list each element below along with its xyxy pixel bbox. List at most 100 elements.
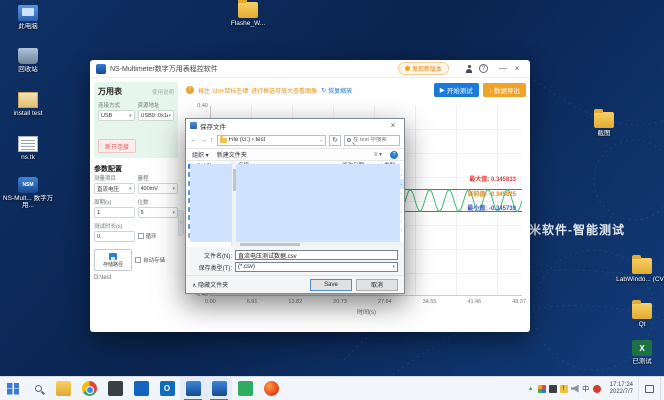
- taskbar-ns-app2-icon[interactable]: [206, 376, 232, 400]
- filename-input[interactable]: [235, 250, 398, 260]
- tray-tool-icon[interactable]: [548, 384, 557, 393]
- start-button[interactable]: [0, 377, 26, 400]
- connection-box: 万用表 使用说明 连接方式 USB ▾ 资源地址 USB0::0x1A ▾ 断开…: [94, 82, 178, 158]
- taskbar-clock[interactable]: 17:17:24 2022/7/7: [605, 382, 638, 396]
- tray-volume-icon[interactable]: [570, 384, 579, 393]
- close-button[interactable]: ×: [510, 61, 524, 77]
- app-icon: [185, 381, 201, 396]
- search-box[interactable]: [344, 134, 400, 146]
- back-button[interactable]: ←: [190, 137, 197, 144]
- tray-updates-icon[interactable]: ▲: [527, 385, 535, 393]
- desktop-icon-recycle-bin[interactable]: 回收站: [2, 48, 54, 73]
- desktop-icon-flasher[interactable]: Flashe_W...: [222, 0, 274, 27]
- range-select[interactable]: 400mV ▾: [137, 183, 178, 194]
- tray-ime-indicator[interactable]: 中: [582, 385, 590, 393]
- action-center-button[interactable]: [638, 376, 660, 400]
- help-icon[interactable]: ?: [479, 64, 488, 73]
- desktop-icon-glyph: [18, 5, 38, 21]
- min-value-annotation: 最小值: -0.345739: [467, 206, 516, 212]
- autosave-checkbox[interactable]: [135, 257, 141, 263]
- dialog-help-icon[interactable]: ?: [390, 150, 398, 159]
- desktop-icon-install-test[interactable]: install test: [2, 92, 54, 117]
- dialog-toolbar: 组织 ▾ 新建文件夹 ≡ ▾ ?: [186, 149, 404, 161]
- desktop-icon-glyph: [18, 92, 38, 108]
- taskbar-dev-tool-icon[interactable]: [102, 377, 128, 400]
- connection-type-label: 连接方式: [98, 103, 121, 109]
- desktop-icon-ns-multimeter[interactable]: NS-Mult... 数字万用...: [2, 177, 54, 209]
- tray-warning-icon[interactable]: !: [559, 384, 568, 393]
- app-titlebar: NS-Multimeter数字万用表程控软件 发现新版本 ? — ×: [90, 60, 530, 78]
- sidebar-scrollbar[interactable]: [232, 161, 236, 247]
- filetype-select[interactable]: (*.csv) ▾: [235, 262, 398, 272]
- current-value-annotation: 当前值: -0.345825: [467, 192, 516, 198]
- tray-app-icon[interactable]: [537, 384, 546, 393]
- export-data-button[interactable]: ↓ 数据导出: [482, 83, 526, 97]
- desktop-icon-ns-tk[interactable]: ns.tk: [2, 136, 54, 161]
- windows-logo-icon: [7, 382, 19, 395]
- connection-type-select[interactable]: USB ▾: [98, 110, 135, 121]
- duration-input[interactable]: [94, 231, 135, 242]
- hide-folders-button[interactable]: ∧ 隐藏文件夹: [192, 280, 228, 289]
- period-input[interactable]: [94, 207, 135, 218]
- taskbar-ns-app-icon[interactable]: [180, 376, 206, 400]
- new-version-badge[interactable]: 发现新版本: [397, 62, 449, 75]
- save-button[interactable]: Save: [310, 278, 352, 291]
- view-options-icon[interactable]: ≡ ▾: [374, 151, 382, 158]
- x-tick-label: 20.73: [333, 299, 347, 305]
- search-input[interactable]: [353, 137, 397, 143]
- config-form: 测量项目 直流电压 ▾ 量程 400mV ▾ 周期(s) 1 位数 5 ▾ 测试…: [94, 174, 178, 281]
- dialog-fields: 文件名(N): 保存类型(T): (*.csv) ▾: [186, 247, 404, 275]
- panel-collapse-handle[interactable]: ‹: [178, 210, 184, 236]
- new-folder-button[interactable]: 新建文件夹: [217, 150, 247, 159]
- forward-button[interactable]: →: [200, 137, 207, 144]
- taskbar-green-app-icon[interactable]: [232, 377, 258, 400]
- restore-zoom-button[interactable]: ↻ 恢复缩放: [321, 86, 352, 95]
- taskbar-file-explorer-icon[interactable]: [50, 377, 76, 400]
- measure-item-select[interactable]: 直流电压 ▾: [94, 183, 135, 194]
- max-value-annotation: 最大值: 0.345833: [469, 177, 516, 183]
- desktop-icon-screenshots[interactable]: 截图: [578, 109, 630, 137]
- taskbar-ide-icon[interactable]: [128, 377, 154, 400]
- taskbar-chrome-icon[interactable]: [76, 377, 102, 400]
- taskbar-search-button[interactable]: [26, 377, 50, 400]
- chevron-down-icon[interactable]: ⌄: [319, 137, 323, 143]
- autosave-label: 自动存储: [143, 258, 166, 264]
- zoom-hint-text: 按住 'ctrl+鼠标左键' 进行框选可放大查看图像: [198, 88, 318, 95]
- user-account-icon[interactable]: [465, 64, 473, 73]
- desktop-icon-this-pc[interactable]: 此电脑: [2, 5, 54, 30]
- taskbar-outlook-icon[interactable]: [154, 377, 180, 400]
- sidebar-item-this-pc[interactable]: 此电脑: [186, 162, 231, 171]
- organize-menu[interactable]: 组织 ▾: [192, 150, 209, 159]
- x-axis-ticks: 0.00 6.91 13.82 20.73 27.64 34.55 41.46 48.37: [205, 299, 526, 305]
- x-axis-title: 时间(s): [357, 310, 376, 316]
- digits-select[interactable]: 5 ▾: [137, 207, 178, 218]
- dialog-close-button[interactable]: ×: [386, 121, 400, 130]
- clock-time: 17:17:24: [609, 381, 633, 388]
- up-button[interactable]: ↑: [210, 137, 214, 144]
- refresh-button[interactable]: ↻: [329, 134, 341, 146]
- show-desktop-button[interactable]: [660, 376, 664, 400]
- storage-path-button[interactable]: 存储路径: [94, 249, 132, 271]
- minimize-button[interactable]: —: [496, 61, 510, 77]
- cancel-button[interactable]: 取消: [356, 278, 398, 291]
- system-tray: ▲ ! 中: [523, 384, 605, 393]
- disconnect-button[interactable]: 断开连接: [98, 139, 137, 153]
- taskbar-browser-icon[interactable]: [258, 377, 284, 400]
- taskbar-right: ▲ ! 中 17:17:24 2022/7/7: [523, 376, 664, 400]
- desktop-icon-tested-xlsx[interactable]: 已测试: [616, 340, 664, 365]
- usage-hint-link[interactable]: 使用说明: [152, 88, 174, 96]
- address-breadcrumb[interactable]: File (G:) › test ⌄: [216, 134, 326, 146]
- desktop-icon-qt[interactable]: Qt: [616, 300, 664, 328]
- device-title: 万用表: [98, 87, 122, 96]
- tray-security-icon[interactable]: [592, 384, 601, 393]
- resource-address-select[interactable]: USB0::0x1A ▾: [137, 110, 174, 121]
- chevron-down-icon: ▾: [392, 264, 395, 270]
- desktop-icon-labwindows[interactable]: LabWindo... (CVI): [616, 255, 664, 283]
- desktop-icon-glyph: [632, 255, 652, 274]
- places-sidebar: 此电脑 3D 对象 视频 图片: [186, 161, 232, 247]
- desktop-icon-label: Flashe_W...: [230, 20, 266, 27]
- app-icon: [159, 381, 175, 396]
- x-tick-label: 48.37: [512, 299, 526, 305]
- start-test-button[interactable]: ▶ 开始测试: [433, 83, 479, 97]
- loop-checkbox[interactable]: [137, 233, 144, 239]
